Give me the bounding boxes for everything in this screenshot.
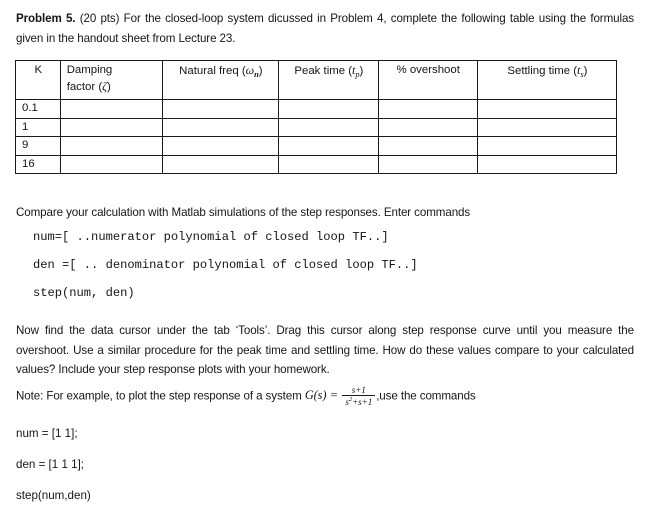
- transfer-function-fraction: s+1 s2+s+1: [342, 385, 376, 408]
- column-header-natural-freq: Natural freq (ωn): [161, 60, 280, 100]
- cell-natural-freq[interactable]: [161, 117, 280, 137]
- table-row: 1: [15, 117, 618, 137]
- header-overshoot-label: % overshoot: [396, 64, 460, 76]
- cell-damping[interactable]: [59, 154, 163, 174]
- cell-settling-time[interactable]: [476, 154, 618, 174]
- problem-text: (20 pts) For the closed-loop system dicu…: [16, 12, 634, 45]
- note-prefix: Note: For example, to plot the step resp…: [16, 389, 305, 403]
- problem-label: Problem 5.: [16, 12, 76, 25]
- header-settling-close: ): [583, 65, 588, 77]
- problem-statement: Problem 5. (20 pts) For the closed-loop …: [16, 9, 634, 48]
- document-page: Problem 5. (20 pts) For the closed-loop …: [0, 0, 667, 523]
- table-row: 9: [15, 136, 618, 156]
- code-line-step: step(num, den): [33, 286, 135, 300]
- cell-peak-time[interactable]: [278, 136, 379, 156]
- table-header-row: K Damping factor (ζ) Natural freq (ωn) P…: [15, 60, 618, 100]
- code-line-den: den =[ .. denominator polynomial of clos…: [33, 258, 418, 272]
- omega-symbol: ωn: [245, 63, 259, 79]
- omega-subscript: n: [254, 70, 259, 79]
- cell-k: 1: [15, 117, 61, 137]
- cell-natural-freq[interactable]: [161, 99, 280, 119]
- cell-overshoot[interactable]: [377, 117, 478, 137]
- fraction-denominator: s2+s+1: [342, 396, 375, 407]
- denominator-rest: +s+1: [352, 396, 373, 407]
- cell-peak-time[interactable]: [278, 117, 379, 137]
- table-body: 0.1 1 9 16: [15, 99, 618, 174]
- column-header-overshoot: % overshoot: [377, 60, 478, 100]
- cell-settling-time[interactable]: [476, 117, 618, 137]
- cell-damping[interactable]: [59, 136, 163, 156]
- tp-subscript: p: [355, 70, 360, 79]
- header-k-label: K: [34, 64, 43, 76]
- header-peak-close: ): [359, 65, 364, 77]
- compare-paragraph: Compare your calculation with Matlab sim…: [16, 206, 471, 219]
- omega-glyph: ω: [245, 63, 255, 77]
- equals-sign: =: [330, 387, 338, 402]
- header-settling-text: Settling time (: [507, 65, 578, 77]
- column-header-k: K: [15, 60, 61, 100]
- command-line-num: num = [1 1];: [16, 427, 78, 440]
- header-natural-close: ): [258, 65, 263, 77]
- header-damping-close: ): [107, 80, 111, 93]
- cell-k: 0.1: [15, 99, 61, 119]
- parameters-table-wrapper: K Damping factor (ζ) Natural freq (ωn) P…: [15, 60, 618, 174]
- column-header-damping-factor: Damping factor (ζ): [59, 60, 163, 100]
- cell-k: 16: [15, 154, 61, 174]
- cell-damping[interactable]: [59, 99, 163, 119]
- cell-natural-freq[interactable]: [161, 136, 280, 156]
- cell-overshoot[interactable]: [377, 136, 478, 156]
- cell-peak-time[interactable]: [278, 99, 379, 119]
- cell-peak-time[interactable]: [278, 154, 379, 174]
- fraction-numerator: s+1: [342, 385, 376, 397]
- note-paragraph: Note: For example, to plot the step resp…: [16, 385, 634, 408]
- column-header-settling-time: Settling time (ts): [476, 60, 618, 100]
- command-line-step: step(num,den): [16, 489, 91, 502]
- table-row: 0.1: [15, 99, 618, 119]
- tp-symbol: tp: [352, 63, 360, 79]
- ts-subscript: s: [580, 70, 584, 79]
- cell-settling-time[interactable]: [476, 99, 618, 119]
- code-line-num: num=[ ..numerator polynomial of closed l…: [33, 230, 389, 244]
- header-damping-line2: factor (: [66, 80, 103, 93]
- cell-natural-freq[interactable]: [161, 154, 280, 174]
- cell-overshoot[interactable]: [377, 99, 478, 119]
- header-peak-text: Peak time (: [294, 65, 353, 77]
- cell-overshoot[interactable]: [377, 154, 478, 174]
- header-damping-line1: Damping: [66, 64, 113, 76]
- parameters-table: K Damping factor (ζ) Natural freq (ωn) P…: [15, 60, 618, 174]
- note-suffix: ,use the commands: [376, 389, 476, 403]
- table-head: K Damping factor (ζ) Natural freq (ωn) P…: [15, 60, 618, 100]
- table-row: 16: [15, 154, 618, 174]
- cell-k: 9: [15, 136, 61, 156]
- header-natural-text: Natural freq (: [179, 65, 246, 77]
- ts-symbol: ts: [577, 63, 584, 79]
- data-cursor-paragraph: Now find the data cursor under the tab ‘…: [16, 324, 634, 376]
- cell-settling-time[interactable]: [476, 136, 618, 156]
- column-header-peak-time: Peak time (tp): [278, 60, 379, 100]
- command-line-den: den = [1 1 1];: [16, 458, 85, 471]
- cell-damping[interactable]: [59, 117, 163, 137]
- transfer-function-symbol: G(s): [304, 387, 327, 402]
